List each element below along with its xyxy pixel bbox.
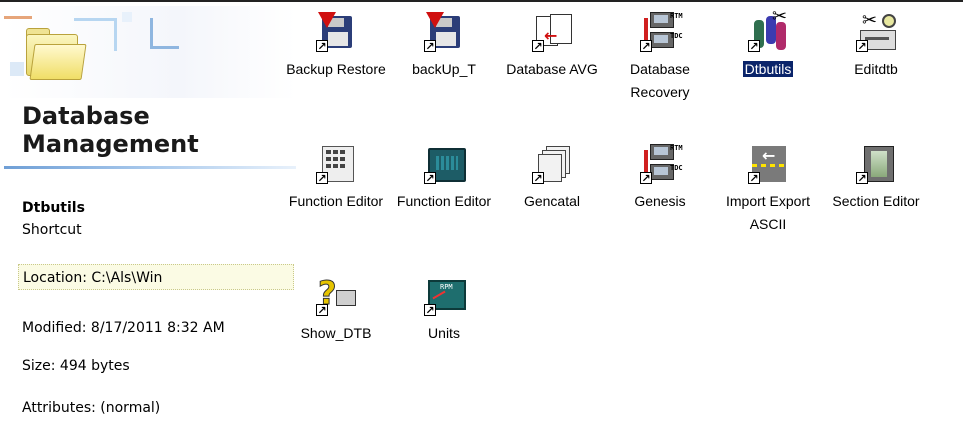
icon-label: Database AVG (506, 61, 598, 77)
shortcut-arrow-icon: ↗ (748, 172, 760, 185)
dtbutils-figures-icon: ✂ ↗ (748, 6, 788, 53)
shortcut-arrow-icon: ↗ (424, 172, 436, 185)
banner-decoration (150, 18, 179, 49)
icon-item-backup-restore[interactable]: ↗ Backup Restore (283, 12, 389, 81)
import-export-arrow-icon: ↗ (748, 144, 788, 184)
banner-decoration (10, 62, 24, 76)
terminal-keypad-icon: ↗ (424, 144, 466, 185)
icon-item-editdtb[interactable]: ✂ ↗ Editdtb (823, 12, 929, 81)
banner-decoration (4, 16, 32, 27)
icon-item-genesis[interactable]: RTM TDC ↗ Genesis (607, 144, 713, 213)
shortcut-arrow-icon: ↗ (316, 304, 328, 317)
icon-label: Section Editor (832, 193, 920, 209)
folder-icon (29, 44, 87, 80)
page-title: Database Management (22, 102, 199, 158)
icon-label: Editdtb (854, 61, 898, 77)
icon-item-database-avg[interactable]: ← ↗ Database AVG (499, 12, 605, 81)
icon-label: Gencatal (523, 193, 581, 209)
modified-date: Modified: 8/17/2011 8:32 AM (22, 320, 225, 336)
icon-item-show-dtb[interactable]: ? ↗ Show_DTB (283, 276, 389, 345)
icon-item-backup-t[interactable]: ↗ backUp_T (391, 12, 497, 81)
shortcut-arrow-icon: ↗ (532, 40, 544, 53)
shortcut-arrow-icon: ↗ (856, 40, 868, 53)
details-pane: Database Management Dtbutils Shortcut Lo… (0, 2, 300, 425)
icon-item-section-editor[interactable]: ↗ Section Editor (823, 144, 929, 213)
selected-item-type: Shortcut (22, 222, 82, 238)
icon-item-gencatal[interactable]: ↗ Gencatal (499, 144, 605, 213)
rpm-units-icon: ↗ (424, 276, 466, 317)
floppy-backup-icon: ↗ (424, 12, 464, 52)
shortcut-arrow-icon: ↗ (316, 40, 328, 53)
icon-item-units[interactable]: ↗ Units (391, 276, 497, 345)
file-attributes: Attributes: (normal) (22, 400, 161, 416)
location-field: Location: C:\Als\Win (18, 264, 294, 290)
icon-label: Show_DTB (300, 325, 372, 341)
icon-label: backUp_T (412, 61, 476, 77)
shortcut-arrow-icon: ↗ (424, 40, 436, 53)
banner-decoration (122, 12, 132, 22)
rtm-tdc-monitors-icon: RTM TDC ↗ (640, 144, 683, 185)
icon-item-function-editor-2[interactable]: ↗ Function Editor (391, 144, 497, 213)
icon-item-dtbutils[interactable]: ✂ ↗ Dtbutils (715, 6, 821, 81)
rtm-tdc-monitors-icon: RTM TDC ↗ (640, 12, 683, 53)
folder-banner (4, 6, 296, 98)
icon-item-database-recovery[interactable]: RTM TDC ↗ Database Recovery (607, 12, 713, 104)
icon-label: Dtbutils (742, 61, 794, 77)
icon-label: Backup Restore (286, 61, 386, 77)
file-size: Size: 494 bytes (22, 358, 130, 374)
icon-label: Units (428, 325, 460, 341)
question-printer-icon: ? ↗ (316, 276, 356, 316)
shortcut-arrow-icon: ↗ (640, 172, 652, 185)
shortcut-arrow-icon: ↗ (640, 40, 652, 53)
icon-item-function-editor-1[interactable]: ↗ Function Editor (283, 144, 389, 213)
section-film-icon: ↗ (856, 144, 896, 184)
icon-label: Import Export ASCII (725, 193, 811, 232)
shortcut-arrow-icon: ↗ (424, 304, 436, 317)
icon-label: Genesis (634, 193, 686, 209)
selected-item-name: Dtbutils (22, 200, 85, 216)
icon-label: Function Editor (288, 193, 384, 209)
shortcut-arrow-icon: ↗ (748, 40, 760, 53)
shortcut-arrow-icon: ↗ (856, 172, 868, 185)
document-transfer-icon: ← ↗ (532, 12, 572, 52)
floppy-restore-icon: ↗ (316, 12, 356, 52)
shortcut-arrow-icon: ↗ (316, 172, 328, 185)
scissors-edit-icon: ✂ ↗ (856, 12, 896, 52)
document-stack-icon: ↗ (532, 144, 572, 184)
icon-label: Database Recovery (630, 61, 690, 100)
calculator-keypad-icon: ↗ (316, 144, 356, 184)
icon-label: Function Editor (396, 193, 492, 209)
title-divider (4, 166, 296, 169)
icon-item-import-export-ascii[interactable]: ↗ Import Export ASCII (715, 144, 821, 236)
shortcut-arrow-icon: ↗ (532, 172, 544, 185)
